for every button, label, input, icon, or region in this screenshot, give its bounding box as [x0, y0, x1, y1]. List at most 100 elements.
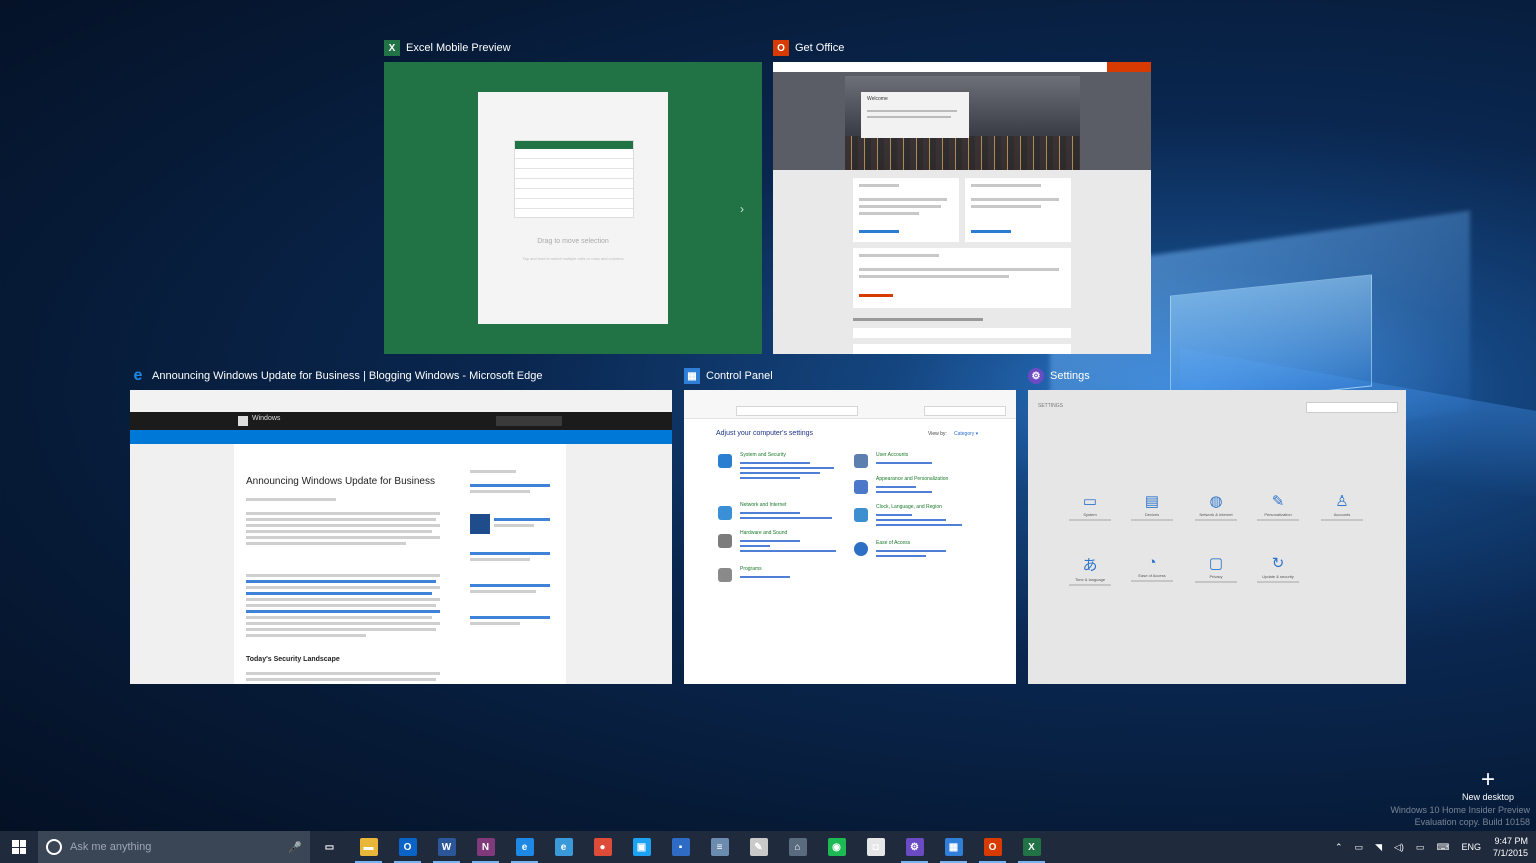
taskbar-app-store[interactable]: ◘ [856, 831, 895, 863]
language-indicator[interactable]: ENG [1461, 842, 1481, 852]
spotify-icon: ◉ [827, 838, 846, 856]
settings-item-update-security[interactable]: ↻ Update & security [1252, 554, 1304, 583]
new-desktop-button[interactable]: + New desktop [1456, 768, 1520, 803]
wifi-icon[interactable]: ◥ [1375, 842, 1382, 853]
battery-icon[interactable]: ▭ [1355, 842, 1364, 853]
cp-category-link[interactable]: Appearance and Personalization [876, 476, 948, 482]
window-tile-settings[interactable]: ⚙ Settings SETTINGS ▭ System ▤ Devices ◍… [1028, 368, 1406, 684]
cp-category-link[interactable]: System and Security [740, 452, 786, 458]
office-hero: Welcome [773, 72, 1151, 170]
action-center-icon[interactable]: ▭ [1416, 842, 1425, 853]
taskbar-app-control-panel[interactable]: ▦ [934, 831, 973, 863]
taskbar-app-excel[interactable]: X [1012, 831, 1051, 863]
paint-icon: ✎ [749, 838, 768, 856]
settings-icon: ⚙ [1028, 368, 1044, 384]
settings-item-label: Ease of Access [1138, 573, 1166, 578]
article-title: Announcing Windows Update for Business [246, 476, 435, 487]
onenote-icon: N [476, 838, 495, 856]
taskbar-app-twitter[interactable]: ▣ [622, 831, 661, 863]
taskbar-app-file-explorer[interactable]: ▬ [349, 831, 388, 863]
taskbar-app-notepad[interactable]: ≡ [700, 831, 739, 863]
site-nav: Windows [130, 412, 672, 430]
settings-item-label: System [1083, 512, 1097, 517]
cp-category-link[interactable]: Hardware and Sound [740, 530, 787, 536]
taskbar-app-paint[interactable]: ✎ [739, 831, 778, 863]
office-card [853, 248, 1071, 308]
excel-drag-text: Drag to move selection [537, 238, 609, 245]
office-icon: O [773, 40, 789, 56]
settings-item-label: Accounts [1333, 512, 1351, 517]
ease-of-access-icon [854, 542, 868, 556]
settings-item-label: Devices [1144, 512, 1160, 517]
settings-item-personalization[interactable]: ✎ Personalization [1252, 492, 1304, 521]
taskbar-app-spotify[interactable]: ◉ [817, 831, 856, 863]
system-security-icon [718, 454, 732, 468]
microphone-icon[interactable]: 🎤 [288, 841, 302, 854]
window-tile-control-panel[interactable]: ▦ Control Panel Adjust your computer's s… [684, 368, 1016, 684]
settings-item-accounts[interactable]: ♙ Accounts [1316, 492, 1368, 521]
view-by-label: View by: [928, 431, 947, 437]
taskbar-app-word[interactable]: W [427, 831, 466, 863]
cp-category-link[interactable]: Network and Internet [740, 502, 786, 508]
taskbar-app-get-office[interactable]: O [973, 831, 1012, 863]
chrome-icon: ● [593, 838, 612, 856]
window-tile-edge[interactable]: e Announcing Windows Update for Business… [130, 367, 672, 684]
window-thumbnail: Welcome [773, 62, 1151, 354]
settings-search [1306, 402, 1398, 413]
cp-category-link[interactable]: Programs [740, 566, 762, 572]
page-margin [566, 444, 672, 684]
chevron-up-icon[interactable]: ⌃ [1335, 842, 1343, 853]
taskbar-app-internet-explorer[interactable]: e [544, 831, 583, 863]
settings-item-privacy[interactable]: ▢ Privacy [1190, 554, 1242, 583]
edge-icon: e [133, 367, 143, 384]
remote-desktop-icon: ▪ [671, 838, 690, 856]
user-accounts-icon [854, 454, 868, 468]
taskbar-app-network[interactable]: ⌂ [778, 831, 817, 863]
cp-category-link[interactable]: Clock, Language, and Region [876, 504, 942, 510]
cp-category-link[interactable]: Ease of Access [876, 540, 910, 546]
settings-item-network[interactable]: ◍ Network & Internet [1190, 492, 1242, 521]
clock[interactable]: 9:47 PM 7/1/2015 [1493, 835, 1528, 859]
taskbar: Ask me anything 🎤 ▭ ▬ O W Ne e ● ▣ ▪ ≡ ✎ ⌂ ◉ ◘ ⚙ ▦ O X ⌃ … [0, 831, 1536, 863]
get-office-icon: O [983, 838, 1002, 856]
settings-item-system[interactable]: ▭ System [1064, 492, 1116, 521]
window-thumbnail: Drag to move selection Tap and hold to s… [384, 62, 762, 354]
window-tile-excel[interactable]: X Excel Mobile Preview Drag to move sele… [384, 40, 762, 354]
section-heading: Today's Security Landscape [246, 656, 340, 663]
window-title: Excel Mobile Preview [406, 42, 511, 54]
clock-date: 7/1/2015 [1492, 848, 1528, 858]
taskbar-app-remote-desktop[interactable]: ▪ [661, 831, 700, 863]
cortana-search-box[interactable]: Ask me anything 🎤 [38, 831, 310, 863]
taskbar-app-outlook[interactable]: O [388, 831, 427, 863]
window-title: Settings [1050, 370, 1090, 382]
build-watermark: Windows 10 Home Insider Preview Evaluati… [1390, 804, 1530, 828]
file-explorer-icon: ▬ [359, 838, 378, 856]
system-icon: ▭ [1082, 493, 1098, 510]
settings-header: SETTINGS [1038, 403, 1064, 409]
office-card [853, 178, 959, 242]
task-view-icon: ▭ [320, 838, 339, 856]
keyboard-icon[interactable]: ⌨ [1436, 842, 1449, 853]
start-button[interactable] [0, 831, 38, 863]
window-tile-get-office[interactable]: O Get Office Welcome [773, 40, 1151, 354]
site-name: Windows [252, 415, 281, 422]
taskbar-app-onenote[interactable]: N [466, 831, 505, 863]
settings-item-devices[interactable]: ▤ Devices [1126, 492, 1178, 521]
outlook-icon: O [398, 838, 417, 856]
control-panel-icon: ▦ [944, 838, 963, 856]
update-icon: ↻ [1271, 555, 1285, 572]
watermark-line: Evaluation copy. Build 10158 [1414, 817, 1530, 827]
taskbar-app-chrome[interactable]: ● [583, 831, 622, 863]
taskbar-app-task-view[interactable]: ▭ [310, 831, 349, 863]
taskbar-app-edge[interactable]: e [505, 831, 544, 863]
windows-logo-icon [12, 840, 26, 854]
taskbar-app-settings[interactable]: ⚙ [895, 831, 934, 863]
settings-item-time-language[interactable]: あ Time & language [1064, 554, 1116, 586]
wallpaper-window-pane [1170, 274, 1372, 408]
volume-icon[interactable]: ◁) [1394, 842, 1404, 853]
cp-category-link[interactable]: User Accounts [876, 452, 908, 458]
settings-item-ease-of-access[interactable]: ◔ Ease of Access [1126, 554, 1178, 582]
window-title: Control Panel [706, 370, 773, 382]
excel-hint-text: Tap and hold to select multiple cells or… [522, 256, 624, 261]
address-bar [736, 406, 858, 416]
